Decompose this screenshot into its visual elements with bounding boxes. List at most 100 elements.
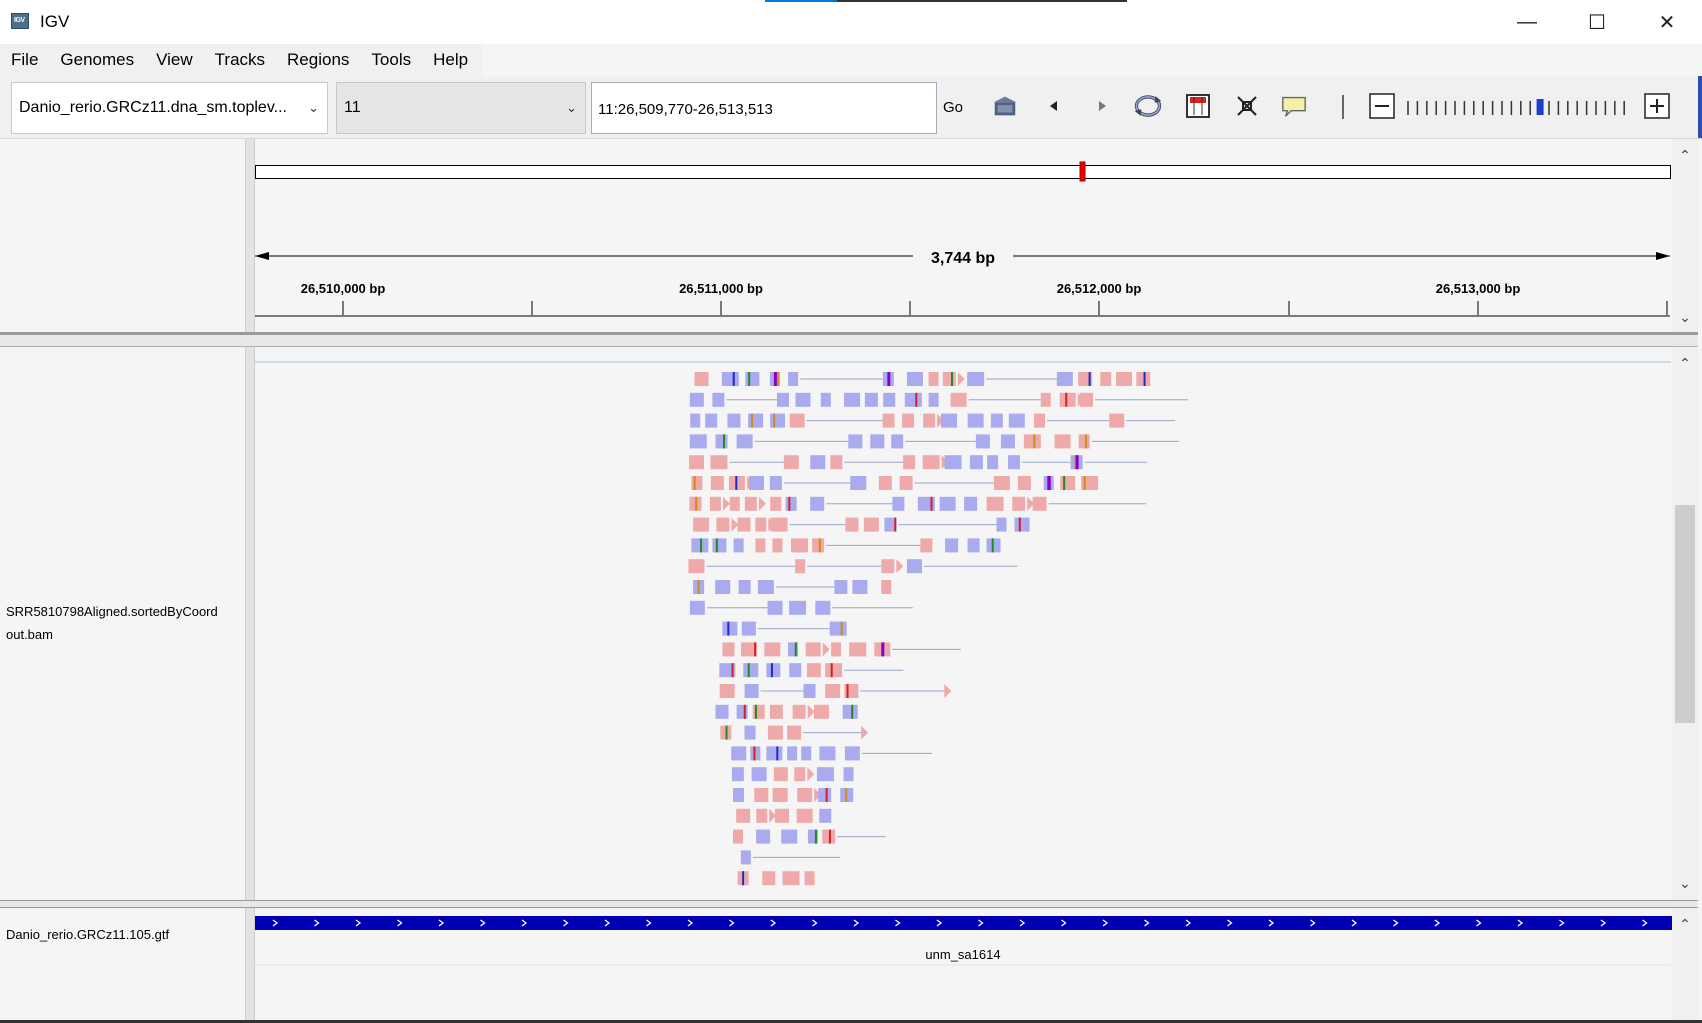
zoom-slider-thumb[interactable] — [1536, 99, 1544, 115]
aligned-read[interactable] — [904, 392, 939, 407]
aligned-read[interactable] — [813, 704, 829, 719]
aligned-read[interactable] — [719, 663, 736, 678]
aligned-read[interactable] — [737, 871, 749, 886]
aligned-read[interactable] — [831, 642, 842, 657]
panel-divider[interactable] — [245, 139, 255, 332]
region-of-interest-icon[interactable] — [1184, 92, 1212, 120]
aligned-read[interactable] — [715, 580, 731, 594]
header-scrollbar[interactable]: ⌃ ⌄ — [1672, 139, 1698, 332]
aligned-read[interactable] — [928, 372, 965, 386]
alignment-track[interactable] — [255, 347, 1672, 900]
annotation-track[interactable]: unm_sa1614 — [255, 908, 1672, 1020]
panel-separator[interactable] — [0, 900, 1698, 908]
aligned-read[interactable] — [941, 413, 958, 428]
aligned-read[interactable] — [733, 829, 744, 844]
close-button[interactable]: ✕ — [1632, 0, 1702, 44]
menu-regions[interactable]: Regions — [276, 44, 360, 76]
aligned-read[interactable] — [738, 580, 751, 594]
aligned-read[interactable] — [731, 746, 783, 761]
maximize-button[interactable]: ☐ — [1562, 0, 1632, 44]
chromosome-dropdown[interactable]: 11 ⌄ — [336, 82, 586, 134]
alignment-scrollbar[interactable]: ⌃ ⌄ — [1672, 347, 1698, 900]
aligned-read[interactable] — [1008, 413, 1025, 428]
aligned-read[interactable] — [1017, 476, 1031, 490]
alignment-track-name[interactable]: out.bam — [6, 623, 53, 646]
aligned-read[interactable] — [807, 829, 818, 844]
aligned-read[interactable] — [722, 642, 781, 657]
aligned-read[interactable] — [1043, 476, 1054, 490]
scroll-up-icon[interactable]: ⌃ — [1675, 147, 1695, 164]
aligned-read[interactable] — [691, 476, 754, 490]
aligned-read[interactable] — [693, 580, 705, 594]
aligned-read[interactable] — [785, 496, 797, 511]
aligned-read[interactable] — [844, 392, 896, 407]
scroll-up-icon[interactable]: ⌃ — [1675, 355, 1695, 372]
aligned-read[interactable] — [819, 808, 832, 823]
aligned-read[interactable] — [729, 496, 766, 511]
chromosome-ideogram[interactable] — [255, 165, 1671, 179]
aligned-read[interactable] — [789, 663, 802, 678]
aligned-read[interactable] — [788, 642, 799, 657]
scroll-down-icon[interactable]: ⌄ — [1675, 875, 1695, 892]
aligned-read[interactable] — [737, 517, 776, 532]
aligned-read[interactable] — [689, 392, 704, 407]
aligned-read[interactable] — [720, 725, 732, 740]
scrollbar-thumb[interactable] — [1675, 505, 1695, 723]
gene-feature[interactable] — [255, 916, 1672, 930]
aligned-read[interactable] — [881, 580, 892, 594]
aligned-read[interactable] — [820, 392, 831, 407]
menu-tracks[interactable]: Tracks — [204, 44, 276, 76]
popup-text-icon[interactable] — [1280, 92, 1308, 120]
aligned-read[interactable] — [705, 413, 718, 428]
aligned-read[interactable] — [906, 372, 923, 386]
aligned-read[interactable] — [727, 413, 741, 428]
aligned-read[interactable] — [694, 372, 709, 386]
home-icon[interactable] — [991, 92, 1019, 120]
aligned-read[interactable] — [690, 413, 701, 428]
locus-input[interactable]: 11:26,509,770-26,513,513 — [591, 82, 937, 134]
aligned-read[interactable] — [689, 496, 702, 511]
feature-scrollbar[interactable]: ⌃ — [1672, 908, 1698, 1020]
go-button[interactable]: Go — [939, 82, 967, 134]
aligned-read[interactable] — [755, 538, 808, 553]
aligned-read[interactable] — [1000, 434, 1015, 449]
annotation-track-name[interactable]: Danio_rerio.GRCz11.105.gtf — [6, 923, 169, 946]
menu-view[interactable]: View — [145, 44, 204, 76]
zoom-slider[interactable] — [1405, 99, 1633, 115]
forward-arrow-icon[interactable] — [1088, 92, 1116, 120]
panel-divider[interactable] — [245, 347, 255, 900]
aligned-read[interactable] — [767, 725, 783, 740]
menu-tools[interactable]: Tools — [360, 44, 422, 76]
menu-help[interactable]: Help — [422, 44, 479, 76]
zoom-in-icon[interactable] — [1643, 92, 1671, 120]
scroll-up-icon[interactable]: ⌃ — [1675, 916, 1695, 933]
aligned-read[interactable] — [964, 496, 978, 511]
aligned-read[interactable] — [945, 538, 1001, 553]
aligned-read[interactable] — [691, 538, 744, 553]
aligned-read[interactable] — [1078, 372, 1133, 386]
aligned-read[interactable] — [733, 788, 745, 802]
aligned-read[interactable] — [744, 725, 756, 740]
refresh-icon[interactable] — [1134, 92, 1162, 120]
aligned-read[interactable] — [1023, 434, 1041, 449]
menu-file[interactable]: File — [0, 44, 49, 76]
back-arrow-icon[interactable] — [1040, 92, 1068, 120]
scroll-down-icon[interactable]: ⌄ — [1675, 309, 1695, 326]
panel-divider[interactable] — [245, 908, 255, 1020]
aligned-read[interactable] — [810, 455, 826, 470]
aligned-read[interactable] — [756, 829, 771, 844]
menu-genomes[interactable]: Genomes — [49, 44, 145, 76]
chromosome-value: 11 — [344, 99, 361, 116]
aligned-read[interactable] — [762, 871, 815, 886]
alignment-track-name[interactable]: SRR5810798Aligned.sortedByCoord — [6, 600, 218, 623]
minimize-button[interactable]: — — [1492, 0, 1562, 44]
aligned-read[interactable] — [1136, 372, 1151, 386]
aligned-read[interactable] — [719, 684, 735, 698]
aligned-read[interactable] — [842, 704, 858, 719]
aligned-read[interactable] — [944, 455, 999, 470]
zoom-out-icon[interactable] — [1368, 92, 1396, 120]
aligned-read[interactable] — [770, 496, 782, 511]
fit-to-window-icon[interactable] — [1233, 92, 1261, 120]
aligned-read[interactable] — [781, 829, 798, 844]
genome-dropdown[interactable]: Danio_rerio.GRCz11.dna_sm.toplev... ⌄ — [11, 82, 328, 134]
